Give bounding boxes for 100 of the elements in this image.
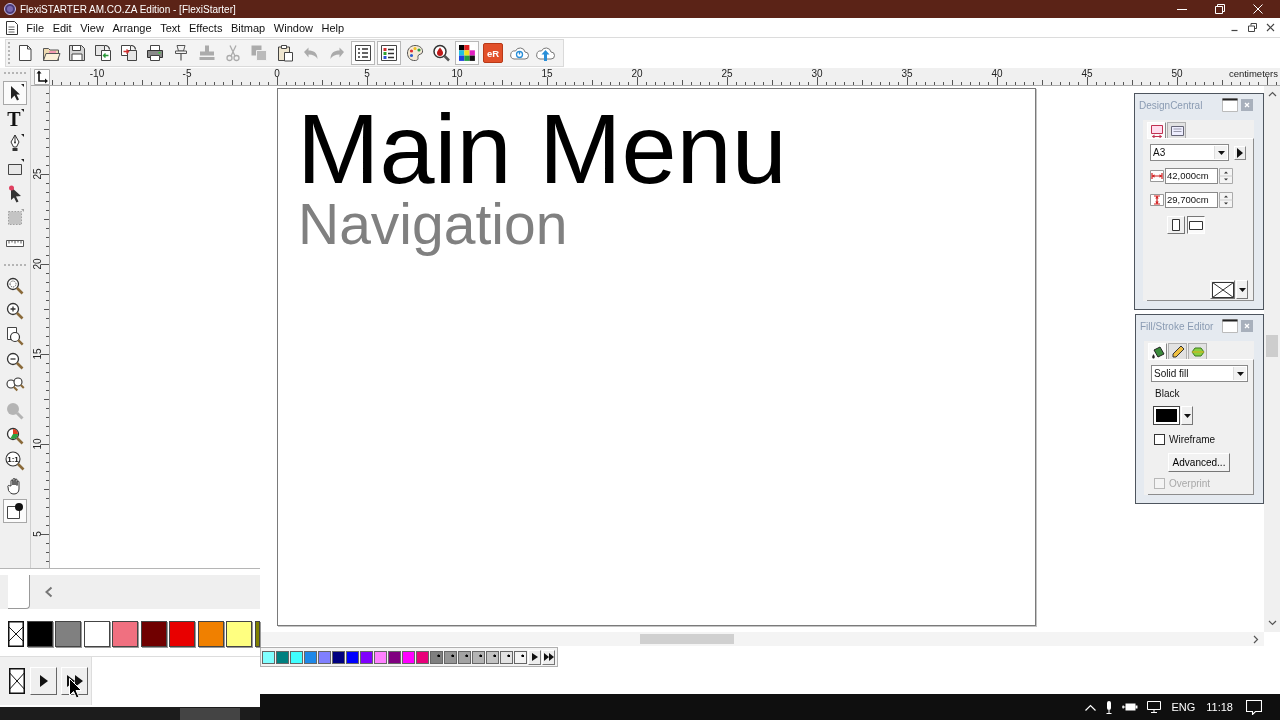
ruler-label: 25	[33, 168, 43, 180]
spinner[interactable]	[1219, 192, 1233, 208]
color-swatch[interactable]	[374, 650, 387, 664]
color-swatch[interactable]	[254, 621, 260, 647]
panel-title: Fill/Stroke Editor	[1140, 320, 1214, 332]
page-size-icon	[1148, 122, 1165, 139]
menu-item[interactable]: Arrange	[108, 21, 156, 34]
toolbar-grip[interactable]	[8, 42, 11, 64]
toolbar-button[interactable]	[377, 41, 401, 65]
no-color-swatch[interactable]	[8, 621, 24, 647]
color-swatch[interactable]	[112, 621, 138, 647]
envelope-button[interactable]	[1210, 280, 1235, 299]
color-swatch[interactable]	[169, 621, 195, 647]
scroll-thumb[interactable]	[640, 634, 734, 644]
ruler-label: 5	[364, 69, 370, 79]
color-swatch[interactable]	[83, 621, 110, 647]
language-indicator[interactable]: ENG	[1171, 701, 1196, 713]
zoom-page-icon	[5, 326, 25, 346]
color-swatch[interactable]	[388, 650, 401, 664]
color-name-label: Black	[1155, 388, 1180, 399]
height-icon	[1150, 194, 1164, 206]
color-swatch[interactable]	[290, 650, 303, 664]
menu-item[interactable]: Bitmap	[226, 21, 270, 34]
color-swatch[interactable]	[472, 650, 485, 664]
magnifier-drop-icon	[431, 43, 451, 63]
color-swatch[interactable]	[346, 650, 359, 664]
color-swatch[interactable]	[486, 650, 499, 664]
minimize-icon	[1222, 319, 1238, 333]
tool-button[interactable]: T	[3, 106, 27, 130]
ruler-label: 25	[721, 69, 733, 79]
tool-button[interactable]	[3, 81, 27, 105]
checkbox[interactable]	[1154, 434, 1165, 445]
marquee-icon	[5, 208, 25, 228]
page-heading: Main Menu	[297, 99, 787, 198]
menu-item[interactable]: Effects	[184, 21, 227, 34]
fill-color-icon	[5, 501, 25, 521]
advanced-button[interactable]: Advanced...	[1168, 453, 1230, 472]
height-field[interactable]: 29,700cm	[1165, 192, 1218, 208]
color-swatch[interactable]	[197, 621, 224, 647]
menu-item[interactable]: View	[75, 21, 109, 34]
logo-button[interactable]: eR	[483, 43, 503, 63]
close-icon	[1241, 320, 1253, 332]
color-swatch[interactable]	[140, 621, 167, 647]
menu-item[interactable]: File	[22, 21, 49, 34]
clock[interactable]: 11:18	[1206, 701, 1233, 713]
tool-button[interactable]: 1:1	[3, 449, 27, 473]
next-button[interactable]	[1234, 145, 1246, 160]
menu-item[interactable]: Text	[155, 21, 185, 34]
color-swatch[interactable]	[55, 621, 81, 647]
color-swatch[interactable]	[1153, 406, 1180, 425]
palette-scroll-button[interactable]	[528, 649, 541, 665]
palette-scroll-button[interactable]	[542, 649, 555, 665]
minimize-icon	[1222, 98, 1238, 112]
ruler-label: 0	[274, 69, 280, 79]
ruler-label: 20	[33, 258, 43, 270]
dropdown-button[interactable]	[1181, 406, 1193, 425]
ruler-unit-label: centimeters	[1228, 69, 1278, 79]
crossed-box-icon	[9, 668, 25, 694]
color-swatch[interactable]	[430, 650, 443, 664]
color-swatch[interactable]	[318, 650, 331, 664]
menu-item[interactable]: Edit	[48, 21, 76, 34]
scroll-thumb[interactable]	[1266, 335, 1278, 357]
ruler-label: 20	[631, 69, 643, 79]
notification-icon	[1246, 699, 1262, 715]
color-swatch[interactable]	[416, 650, 429, 664]
color-swatch[interactable]	[514, 650, 527, 664]
tool-button[interactable]	[3, 499, 27, 523]
restore-icon	[1215, 4, 1225, 14]
color-swatch[interactable]	[276, 650, 289, 664]
color-swatch[interactable]	[304, 650, 317, 664]
color-swatch[interactable]	[226, 621, 252, 647]
color-swatch[interactable]	[500, 650, 513, 664]
no-color-button[interactable]	[8, 667, 26, 695]
color-swatch[interactable]	[26, 621, 53, 647]
spinner[interactable]	[1219, 168, 1233, 184]
width-field[interactable]: 42,000cm	[1165, 168, 1218, 184]
mouse-cursor-icon	[69, 678, 82, 699]
paint-palette-icon	[405, 43, 425, 63]
dropdown-arrow-icon	[1238, 287, 1246, 292]
scroll-thumb[interactable]	[180, 708, 240, 720]
menu-item[interactable]: Window	[269, 21, 318, 34]
color-swatch[interactable]	[332, 650, 345, 664]
fill-type-select[interactable]: Solid fill	[1151, 365, 1248, 382]
menu-item[interactable]: Help	[317, 21, 349, 34]
color-swatch[interactable]	[458, 650, 471, 664]
dropdown-button[interactable]	[1236, 280, 1248, 299]
minimize-button[interactable]	[1222, 319, 1238, 333]
panel-tab[interactable]	[1168, 343, 1187, 359]
color-swatch[interactable]	[360, 650, 373, 664]
orientation-button[interactable]	[1187, 216, 1205, 234]
toolbar-button[interactable]	[455, 41, 479, 65]
ruler-label: 10	[33, 438, 43, 450]
play-button[interactable]	[30, 667, 57, 695]
color-swatch[interactable]	[262, 650, 275, 664]
color-swatch[interactable]	[402, 650, 415, 664]
minimize-button[interactable]	[1222, 98, 1238, 112]
toolbar-button[interactable]	[351, 41, 375, 65]
page-size-select[interactable]: A3	[1150, 144, 1229, 161]
color-swatch[interactable]	[444, 650, 457, 664]
chevron-left-icon	[45, 586, 53, 598]
